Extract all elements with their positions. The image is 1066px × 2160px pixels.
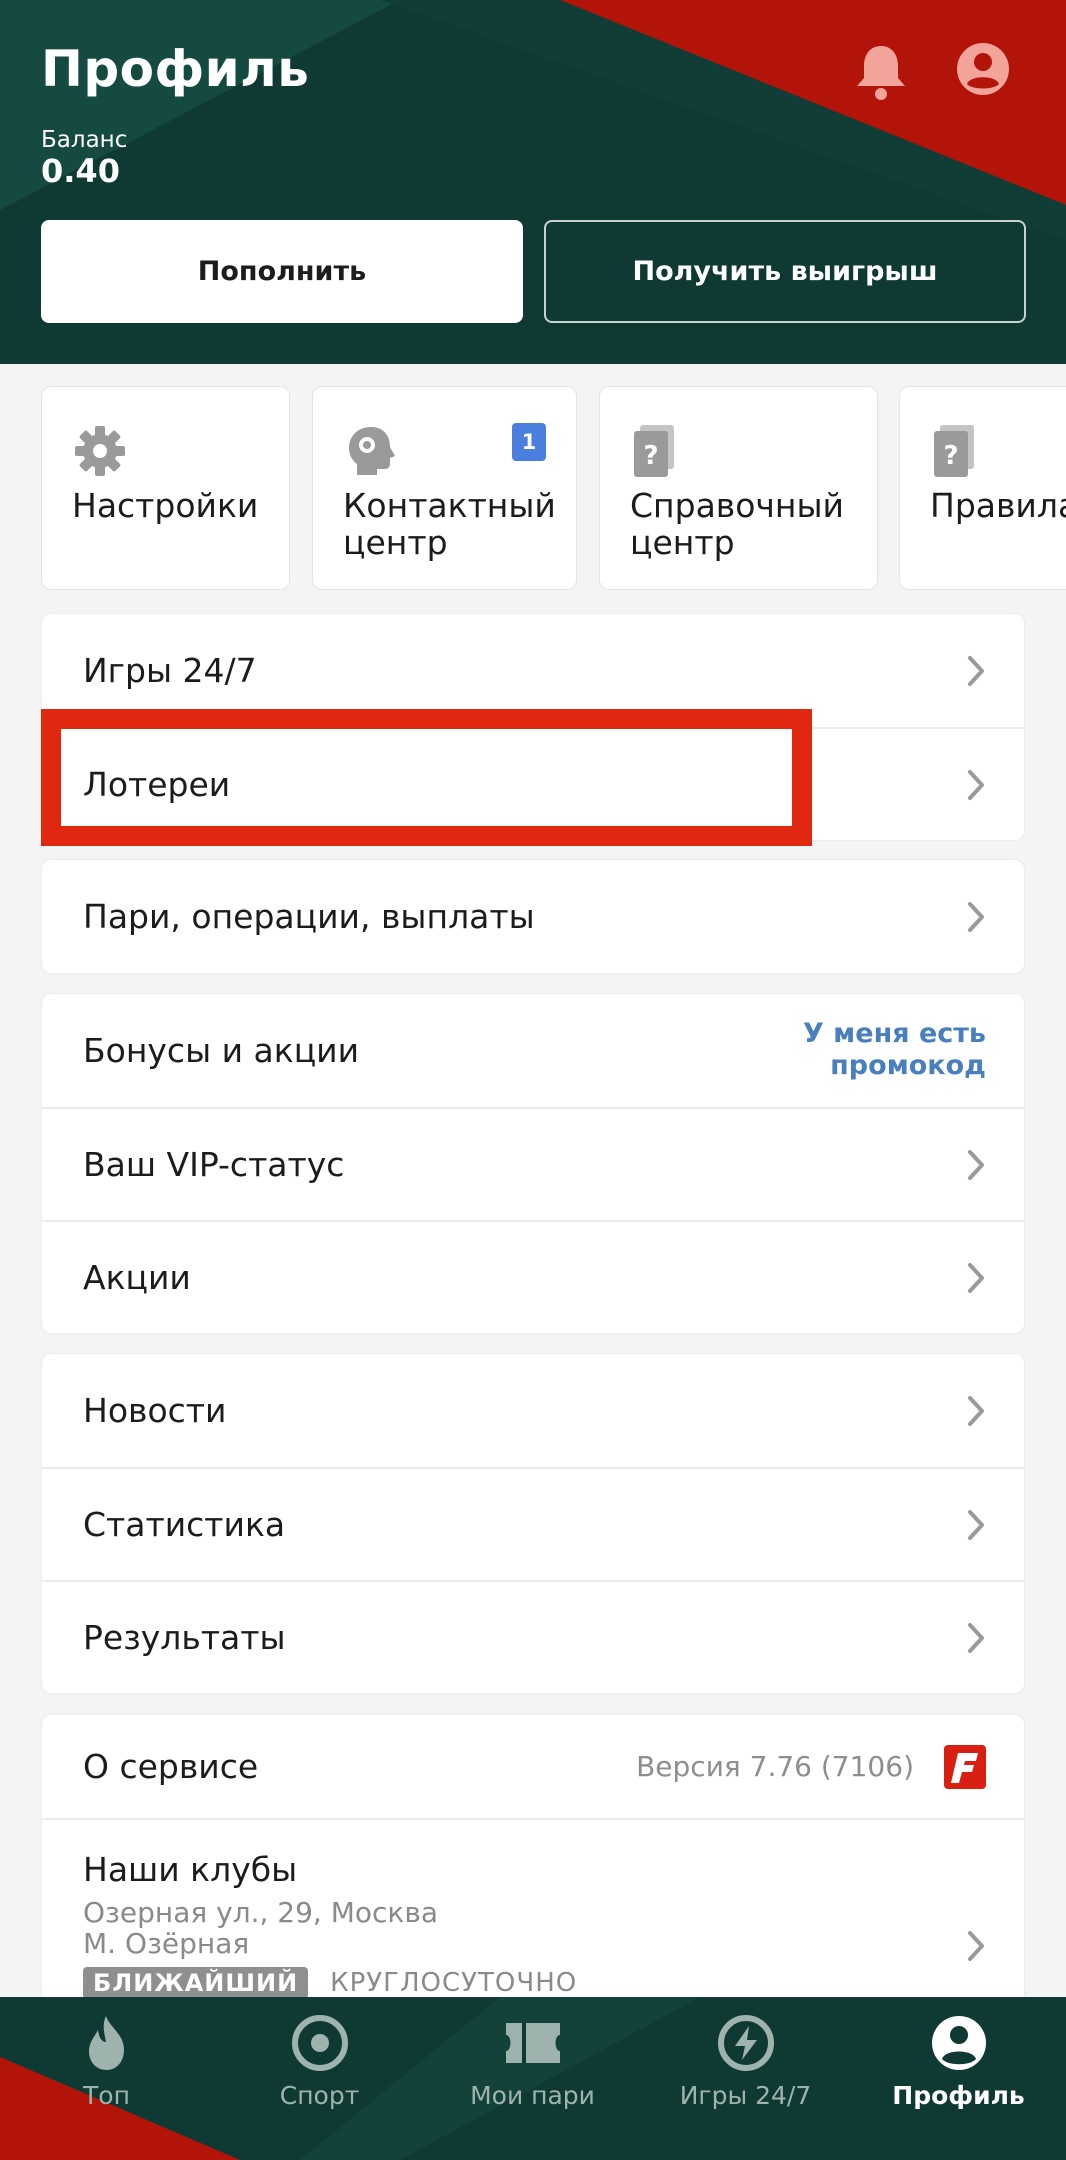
ticket-icon: [505, 2023, 560, 2063]
chevron-right-icon: [968, 1149, 984, 1180]
bell-icon[interactable]: [852, 42, 910, 102]
menu-label: Акции: [83, 1258, 191, 1297]
chevron-right-icon: [968, 1509, 984, 1540]
nav-label: Игры 24/7: [679, 2081, 812, 2110]
menu-label: Лотереи: [83, 765, 231, 804]
menu-label: Пари, операции, выплаты: [83, 897, 535, 936]
hours-tag: КРУГЛОСУТОЧНО: [330, 1968, 578, 1998]
tile-settings[interactable]: Настройки: [41, 386, 290, 590]
menu-item-results[interactable]: Результаты: [42, 1580, 1024, 1693]
chevron-right-icon: [968, 1931, 984, 1961]
rules-book-icon: ?: [934, 425, 974, 477]
menu-label: Статистика: [83, 1505, 286, 1544]
bottom-navigation: Топ Спорт Мои пари Игры 24/7 Профиль: [0, 1997, 1066, 2160]
tile-label: Настройки: [72, 486, 259, 525]
tile-help-center[interactable]: ? Справочный центр: [599, 386, 878, 590]
gear-icon: [75, 426, 125, 476]
menu-item-bonuses: Бонусы и акции У меня есть промокод: [42, 994, 1024, 1107]
balance-value: 0.40: [41, 152, 120, 190]
club-tags: БЛИЖАЙШИЙ КРУГЛОСУТОЧНО: [83, 1967, 577, 1999]
menu-label: О сервисе: [83, 1747, 259, 1786]
flame-icon: [88, 2016, 124, 2070]
nav-profile[interactable]: Профиль: [852, 1997, 1065, 2160]
lightning-icon: [717, 2015, 774, 2071]
menu-item-statistics[interactable]: Статистика: [42, 1467, 1024, 1580]
nav-label: Мои пари: [470, 2081, 595, 2110]
bonuses-card: Бонусы и акции У меня есть промокод Ваш …: [41, 993, 1025, 1334]
tile-label: Правила: [930, 486, 1066, 525]
menu-item-bets[interactable]: Пари, операции, выплаты: [42, 860, 1024, 973]
nav-top[interactable]: Топ: [0, 1997, 213, 2160]
menu-item-games[interactable]: Игры 24/7: [42, 614, 1024, 727]
menu-item-news[interactable]: Новости: [42, 1354, 1024, 1467]
profile-header: Профиль Баланс 0.40 Пополнить Получить в…: [0, 0, 1066, 364]
menu-label: Новости: [83, 1391, 227, 1430]
chevron-right-icon: [968, 655, 984, 686]
nav-label: Топ: [83, 2081, 130, 2110]
nav-sport[interactable]: Спорт: [213, 1997, 426, 2160]
chevron-right-icon: [968, 1262, 984, 1293]
nearest-tag: БЛИЖАЙШИЙ: [83, 1967, 309, 1999]
menu-label: Бонусы и акции: [83, 1031, 360, 1070]
svg-text:?: ?: [943, 441, 958, 471]
menu-label: Ваш VIP-статус: [83, 1145, 345, 1184]
tile-contact-center[interactable]: 1 Контактный центр: [312, 386, 577, 590]
menu-label: Игры 24/7: [83, 651, 257, 690]
menu-item-promotions[interactable]: Акции: [42, 1220, 1024, 1333]
menu-item-lotteries[interactable]: Лотереи: [42, 727, 1024, 840]
menu-item-about[interactable]: О сервисе Версия 7.76 (7106): [42, 1715, 1024, 1818]
user-icon: [931, 2016, 986, 2070]
page-title: Профиль: [41, 40, 310, 98]
withdraw-button[interactable]: Получить выигрыш: [544, 220, 1026, 323]
menu-item-vip[interactable]: Ваш VIP-статус: [42, 1107, 1024, 1220]
menu-label: Результаты: [83, 1618, 286, 1657]
games-lotteries-card: Игры 24/7 Лотереи: [41, 613, 1025, 841]
club-address: Озерная ул., 29, Москва: [83, 1896, 438, 1929]
nav-label: Профиль: [892, 2081, 1025, 2110]
deposit-button[interactable]: Пополнить: [41, 220, 523, 323]
support-head-icon: [349, 427, 395, 475]
nav-label: Спорт: [279, 2081, 360, 2110]
notification-badge: 1: [512, 423, 546, 461]
app-version: Версия 7.76 (7106): [636, 1749, 914, 1783]
svg-text:?: ?: [643, 441, 658, 471]
user-avatar-icon[interactable]: [956, 42, 1010, 96]
chevron-right-icon: [968, 901, 984, 932]
brand-logo-icon: [944, 1744, 986, 1789]
nav-games[interactable]: Игры 24/7: [639, 1997, 852, 2160]
tile-label: Справочный центр: [630, 486, 845, 562]
club-metro: М. Озёрная: [83, 1927, 250, 1960]
nav-my-bets[interactable]: Мои пари: [426, 1997, 639, 2160]
clubs-title: Наши клубы: [83, 1850, 298, 1889]
tile-rules[interactable]: ? Правила: [899, 386, 1066, 590]
help-book-icon: ?: [634, 425, 674, 477]
target-icon: [291, 2015, 348, 2071]
chevron-right-icon: [968, 1395, 984, 1426]
info-card: Новости Статистика Результаты: [41, 1353, 1025, 1694]
balance-label: Баланс: [41, 127, 128, 153]
chevron-right-icon: [968, 769, 984, 800]
promo-code-link[interactable]: У меня есть промокод: [803, 1018, 986, 1082]
about-card: О сервисе Версия 7.76 (7106) Наши клубы …: [41, 1714, 1025, 2014]
tile-label: Контактный центр: [343, 486, 556, 562]
chevron-right-icon: [968, 1622, 984, 1653]
menu-item-clubs[interactable]: Наши клубы Озерная ул., 29, Москва М. Оз…: [42, 1818, 1024, 1999]
bets-card: Пари, операции, выплаты: [41, 859, 1025, 974]
